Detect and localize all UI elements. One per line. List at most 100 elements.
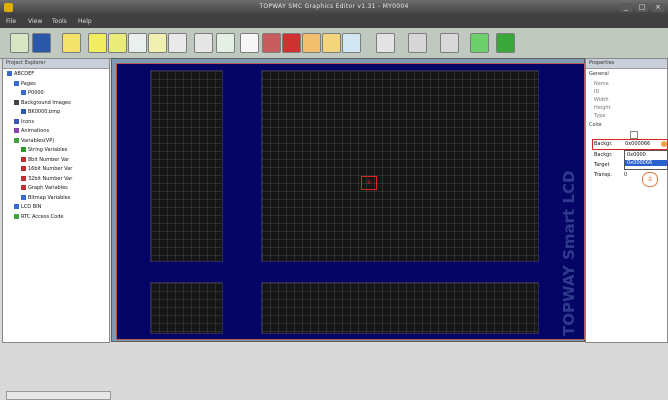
annotation-marker-2: ② (642, 172, 658, 187)
tree-item-label: P0000 (28, 90, 44, 96)
tree-item[interactable]: RTC Access Code (14, 213, 63, 221)
backgr-color-row[interactable]: Backgr. 0x000066 (592, 139, 668, 150)
tree-node-icon (14, 137, 19, 143)
dropdown-option-selected[interactable]: 0x000066 (625, 160, 667, 166)
download-icon[interactable] (470, 33, 489, 53)
save-icon[interactable] (32, 33, 51, 53)
menu-tools[interactable]: Tools (52, 18, 67, 25)
annotation-marker-1: ① (361, 176, 377, 190)
section-color[interactable]: Color (589, 122, 602, 128)
lcd-page[interactable]: TOPWAY Smart LCD ① (116, 63, 585, 340)
prop-name-label: Name (594, 81, 609, 87)
tree-item-label: BK0000.bmp (28, 109, 61, 115)
target-label: Target (594, 162, 610, 168)
backgr2-label: Backgr. (594, 152, 613, 158)
transp-label: Transp. (594, 172, 612, 178)
tree-node-icon (14, 118, 19, 124)
record-icon[interactable] (282, 33, 301, 53)
tree-node-icon (14, 204, 19, 209)
backgr-value: 0x000066 (625, 141, 651, 147)
trash-icon[interactable] (262, 33, 281, 53)
grid-block[interactable] (261, 70, 539, 262)
tree-item-label: Background Images (21, 99, 71, 106)
tree-node-icon (14, 80, 19, 86)
tree-node-icon (21, 185, 26, 190)
table-icon[interactable] (322, 33, 341, 53)
minimize-button[interactable]: _ (620, 3, 632, 12)
maximize-button[interactable]: □ (636, 3, 648, 12)
tree-item[interactable]: 8bit Number Var (21, 156, 70, 164)
tree-item-label: 32bit Number Var (28, 175, 73, 182)
tree-item-label: LCD BIN (21, 204, 42, 210)
tree-item-label: 8bit Number Var (28, 156, 70, 163)
prop-width-label: Width (594, 97, 609, 103)
tree-item[interactable]: Background Images (14, 99, 71, 107)
project-explorer-title: Project Explorer (3, 59, 109, 69)
text-field-icon[interactable] (108, 33, 127, 53)
button-icon[interactable] (194, 33, 213, 53)
tree-node-icon (21, 156, 26, 162)
properties-panel: Properties General Name ID Width Height … (585, 58, 668, 343)
tree-node-icon (21, 194, 26, 200)
section-general[interactable]: General (589, 71, 609, 77)
dropdown-chevron-icon[interactable] (661, 141, 667, 147)
tree-item[interactable]: P0000 (21, 90, 44, 97)
prop-height-label: Height (594, 105, 611, 111)
grid-block[interactable] (150, 282, 223, 334)
menu-view[interactable]: View (28, 18, 42, 25)
color-dropdown-list[interactable]: 0x0000 0x000066 (624, 150, 668, 170)
tree-item-label: Icons (21, 118, 35, 125)
tree-item[interactable]: Animations (14, 128, 49, 135)
pointer-icon[interactable] (62, 33, 81, 53)
tree-node-icon (14, 99, 19, 105)
tree-item[interactable]: ABCDEF (7, 71, 34, 78)
menu-bar: File View Tools Help (0, 15, 668, 28)
project-explorer: Project Explorer ABCDEF Pages P0000 Backgro… (2, 58, 111, 400)
upload-icon[interactable] (496, 33, 515, 53)
menu-help[interactable]: Help (78, 18, 92, 25)
tree-item[interactable]: LCD BIN (14, 204, 41, 211)
waveform-icon[interactable] (408, 33, 427, 53)
gear-icon[interactable] (302, 33, 321, 53)
tree-item[interactable]: Graph Variables (21, 185, 68, 192)
tree-item[interactable]: Pages (14, 80, 36, 88)
tree-item[interactable]: Bitmap Variables (21, 194, 71, 202)
window-icon[interactable] (342, 33, 361, 53)
tree-item[interactable]: Icons (14, 118, 35, 126)
topway-watermark: TOPWAY Smart LCD (560, 170, 578, 336)
prop-id-label: ID (594, 89, 600, 95)
new-file-icon[interactable] (10, 33, 29, 53)
tree-item[interactable]: 16bit Number Var (21, 166, 72, 173)
tree-node-icon (14, 128, 19, 133)
rectangle-icon[interactable] (88, 33, 107, 53)
grid-block[interactable] (150, 70, 223, 262)
grid-block[interactable] (261, 282, 539, 334)
image-icon[interactable] (148, 33, 167, 53)
tree-item-label: ABCDEF (14, 71, 35, 77)
tree-item-label: Pages (21, 80, 36, 87)
tree-item-label: Graph Variables (28, 185, 68, 191)
color-picker-swatch[interactable] (630, 131, 638, 139)
close-button[interactable]: × (652, 3, 664, 12)
design-canvas[interactable]: TOPWAY Smart LCD ① (111, 58, 585, 342)
horizontal-scrollbar[interactable] (6, 391, 111, 400)
transp-value: 0 (624, 172, 628, 178)
tree-item[interactable]: 32bit Number Var (21, 175, 73, 183)
menu-file[interactable]: File (6, 18, 16, 25)
dropdown-option[interactable]: 0x0000 (627, 152, 646, 158)
bar-graph-icon[interactable] (376, 33, 395, 53)
window-controls: _ □ × (620, 3, 664, 12)
histogram-icon[interactable] (440, 33, 459, 53)
tree-item[interactable]: Variables(VP) (14, 137, 54, 145)
keyboard-icon[interactable] (240, 33, 259, 53)
line-icon[interactable] (168, 33, 187, 53)
prop-type-label: Type (594, 113, 606, 119)
number-field-icon[interactable] (128, 33, 147, 53)
tree-node-icon (21, 147, 26, 152)
backgr-label: Backgr. (594, 141, 613, 147)
tree-node-icon (7, 71, 12, 76)
clock-icon[interactable] (216, 33, 235, 53)
tree-item-label: Bitmap Variables (28, 194, 71, 201)
tree-item[interactable]: String Variables (21, 147, 67, 154)
tree-item[interactable]: BK0000.bmp (21, 109, 60, 116)
